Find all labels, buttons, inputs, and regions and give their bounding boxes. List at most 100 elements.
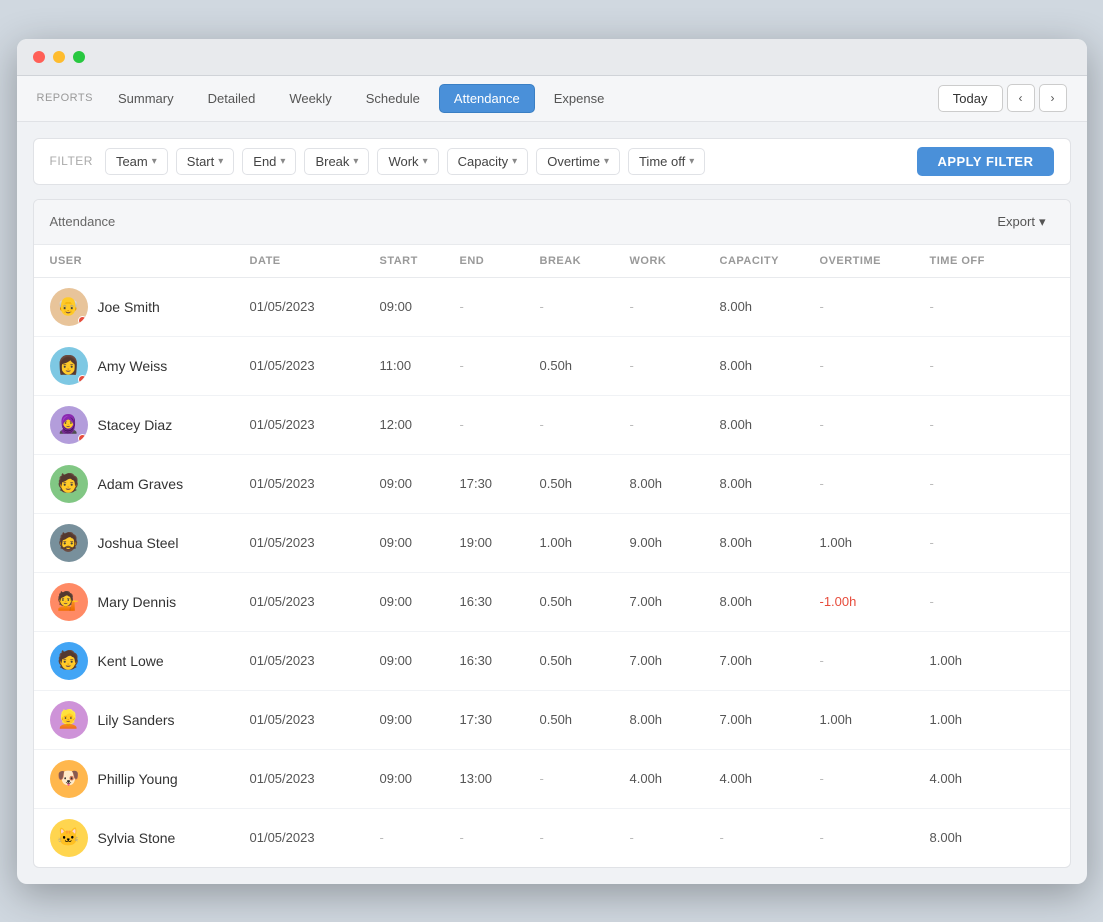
chevron-down-icon: ▾ <box>280 156 285 167</box>
apply-filter-button[interactable]: APPLY FILTER <box>917 147 1053 176</box>
col-start: START <box>380 255 460 267</box>
next-arrow[interactable]: › <box>1039 84 1067 112</box>
avatar: 💁 <box>50 583 88 621</box>
user-name: Lily Sanders <box>98 712 175 728</box>
cell-date: 01/05/2023 <box>250 476 380 491</box>
cell-start: 09:00 <box>380 771 460 786</box>
filter-team[interactable]: Team ▾ <box>105 148 168 175</box>
user-name: Phillip Young <box>98 771 178 787</box>
table-row[interactable]: 🐶 Phillip Young 01/05/2023 09:00 13:00 -… <box>34 750 1070 809</box>
cell-capacity: 8.00h <box>720 594 820 609</box>
cell-date: 01/05/2023 <box>250 299 380 314</box>
user-cell: 👴 Joe Smith <box>50 288 250 326</box>
table-row[interactable]: 🧕 Stacey Diaz 01/05/2023 12:00 - - - 8.0… <box>34 396 1070 455</box>
main-content: FILTER Team ▾ Start ▾ End ▾ Break ▾ Work… <box>17 122 1087 884</box>
cell-date: 01/05/2023 <box>250 771 380 786</box>
export-button[interactable]: Export ▾ <box>989 210 1053 234</box>
cell-break: 0.50h <box>540 653 630 668</box>
tab-detailed[interactable]: Detailed <box>193 84 271 113</box>
export-label: Export <box>997 214 1035 229</box>
cell-overtime: - <box>820 830 930 845</box>
status-indicator <box>78 375 87 384</box>
avatar: 👱 <box>50 701 88 739</box>
table-row[interactable]: 🧑 Adam Graves 01/05/2023 09:00 17:30 0.5… <box>34 455 1070 514</box>
filter-time-off[interactable]: Time off ▾ <box>628 148 705 175</box>
avatar: 🧕 <box>50 406 88 444</box>
today-button[interactable]: Today <box>938 85 1003 112</box>
cell-date: 01/05/2023 <box>250 712 380 727</box>
attendance-table: Attendance Export ▾ USER DATE START END … <box>33 199 1071 868</box>
tab-weekly[interactable]: Weekly <box>274 84 346 113</box>
avatar: 👴 <box>50 288 88 326</box>
table-row[interactable]: 🧔 Joshua Steel 01/05/2023 09:00 19:00 1.… <box>34 514 1070 573</box>
main-window: REPORTS Summary Detailed Weekly Schedule… <box>17 39 1087 884</box>
cell-date: 01/05/2023 <box>250 417 380 432</box>
user-cell: 🐶 Phillip Young <box>50 760 250 798</box>
cell-end: - <box>460 299 540 314</box>
avatar: 🧑 <box>50 642 88 680</box>
cell-break: 0.50h <box>540 712 630 727</box>
cell-end: 19:00 <box>460 535 540 550</box>
title-bar <box>17 39 1087 76</box>
avatar: 👩 <box>50 347 88 385</box>
cell-end: 16:30 <box>460 653 540 668</box>
table-body: 👴 Joe Smith 01/05/2023 09:00 - - - 8.00h… <box>34 278 1070 867</box>
table-row[interactable]: 👩 Amy Weiss 01/05/2023 11:00 - 0.50h - 8… <box>34 337 1070 396</box>
user-name: Joe Smith <box>98 299 160 315</box>
cell-date: 01/05/2023 <box>250 535 380 550</box>
maximize-button[interactable] <box>73 51 85 63</box>
cell-capacity: 8.00h <box>720 299 820 314</box>
cell-capacity: 4.00h <box>720 771 820 786</box>
chevron-down-icon: ▾ <box>353 156 358 167</box>
table-row[interactable]: 🐱 Sylvia Stone 01/05/2023 - - - - - - 8.… <box>34 809 1070 867</box>
status-indicator <box>78 434 87 443</box>
cell-capacity: 8.00h <box>720 476 820 491</box>
chevron-down-icon: ▾ <box>1039 214 1046 230</box>
table-row[interactable]: 🧑 Kent Lowe 01/05/2023 09:00 16:30 0.50h… <box>34 632 1070 691</box>
user-name: Kent Lowe <box>98 653 164 669</box>
close-button[interactable] <box>33 51 45 63</box>
table-row[interactable]: 👴 Joe Smith 01/05/2023 09:00 - - - 8.00h… <box>34 278 1070 337</box>
cell-capacity: 8.00h <box>720 535 820 550</box>
col-break: BREAK <box>540 255 630 267</box>
filter-work[interactable]: Work ▾ <box>377 148 438 175</box>
chevron-down-icon: ▾ <box>512 156 517 167</box>
cell-work: - <box>630 358 720 373</box>
tab-expense[interactable]: Expense <box>539 84 620 113</box>
filter-capacity[interactable]: Capacity ▾ <box>447 148 529 175</box>
cell-time-off: - <box>930 358 1030 373</box>
chevron-down-icon: ▾ <box>218 156 223 167</box>
filter-start[interactable]: Start ▾ <box>176 148 235 175</box>
cell-break: 0.50h <box>540 358 630 373</box>
filter-end[interactable]: End ▾ <box>242 148 296 175</box>
cell-overtime: - <box>820 771 930 786</box>
cell-start: 09:00 <box>380 476 460 491</box>
minimize-button[interactable] <box>53 51 65 63</box>
col-work: WORK <box>630 255 720 267</box>
cell-end: - <box>460 358 540 373</box>
user-cell: 💁 Mary Dennis <box>50 583 250 621</box>
filter-break[interactable]: Break ▾ <box>304 148 369 175</box>
tab-schedule[interactable]: Schedule <box>351 84 435 113</box>
cell-break: - <box>540 830 630 845</box>
cell-start: - <box>380 830 460 845</box>
table-row[interactable]: 💁 Mary Dennis 01/05/2023 09:00 16:30 0.5… <box>34 573 1070 632</box>
cell-overtime: - <box>820 299 930 314</box>
reports-label: REPORTS <box>37 92 93 104</box>
cell-start: 09:00 <box>380 299 460 314</box>
cell-break: 1.00h <box>540 535 630 550</box>
filter-overtime[interactable]: Overtime ▾ <box>536 148 620 175</box>
cell-capacity: 7.00h <box>720 712 820 727</box>
cell-overtime: - <box>820 358 930 373</box>
table-row[interactable]: 👱 Lily Sanders 01/05/2023 09:00 17:30 0.… <box>34 691 1070 750</box>
cell-work: 4.00h <box>630 771 720 786</box>
cell-end: 13:00 <box>460 771 540 786</box>
prev-arrow[interactable]: ‹ <box>1007 84 1035 112</box>
user-cell: 👱 Lily Sanders <box>50 701 250 739</box>
cell-start: 09:00 <box>380 712 460 727</box>
cell-time-off: - <box>930 417 1030 432</box>
filter-bar: FILTER Team ▾ Start ▾ End ▾ Break ▾ Work… <box>33 138 1071 185</box>
tab-summary[interactable]: Summary <box>103 84 189 113</box>
cell-overtime: - <box>820 417 930 432</box>
tab-attendance[interactable]: Attendance <box>439 84 535 113</box>
